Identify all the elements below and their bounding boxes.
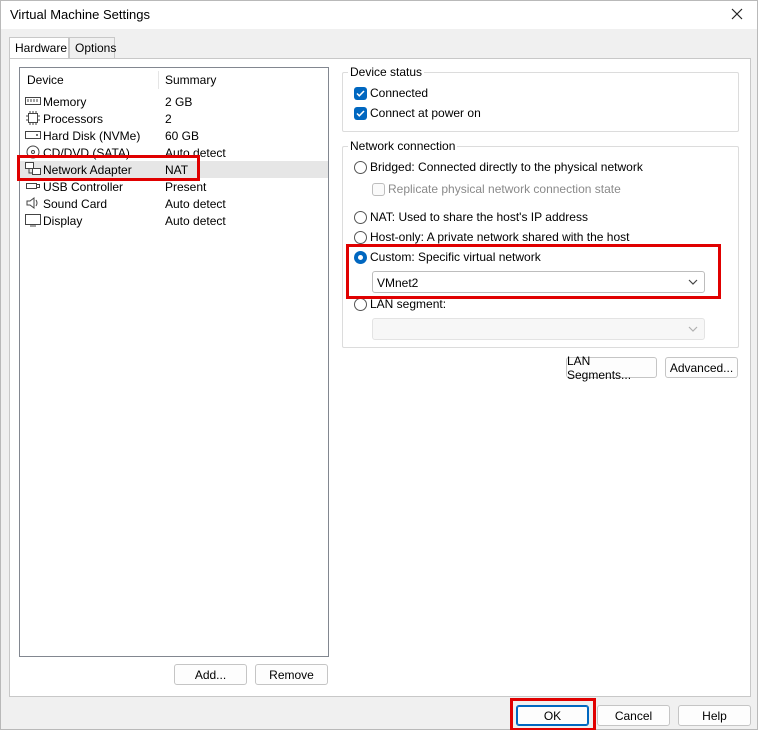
device-list-header: Device Summary <box>20 68 328 90</box>
nat-label: NAT: Used to share the host's IP address <box>370 210 588 224</box>
tab-options[interactable]: Options <box>69 37 116 59</box>
device-column-header[interactable]: Device <box>27 73 64 87</box>
memory-icon <box>25 97 41 105</box>
device-summary: Auto detect <box>165 146 226 160</box>
title-bar: Virtual Machine Settings <box>1 1 757 29</box>
lan-segment-label: LAN segment: <box>370 297 447 311</box>
cd-dvd-icon <box>26 145 40 159</box>
custom-label: Custom: Specific virtual network <box>370 250 541 264</box>
device-name: Hard Disk (NVMe) <box>43 129 141 143</box>
device-row-processors[interactable]: Processors 2 <box>20 110 328 127</box>
add-device-button[interactable]: Add... <box>174 664 247 685</box>
replicate-checkbox[interactable]: Replicate physical network connection st… <box>372 180 621 198</box>
device-status-group: Device status Connected Connect at power… <box>342 65 739 132</box>
checkbox-checked-icon <box>354 86 367 100</box>
checkbox-unchecked-icon <box>372 182 385 196</box>
host-only-label: Host-only: A private network shared with… <box>370 230 630 244</box>
checkbox-checked-icon <box>354 106 367 120</box>
radio-unchecked-icon <box>354 210 367 224</box>
nat-radio[interactable]: NAT: Used to share the host's IP address <box>354 208 588 226</box>
device-row-sound-card[interactable]: Sound Card Auto detect <box>20 195 328 212</box>
summary-column-header[interactable]: Summary <box>165 73 216 87</box>
device-name: Memory <box>43 95 87 109</box>
device-name: CD/DVD (SATA) <box>43 146 130 160</box>
window-title: Virtual Machine Settings <box>10 7 150 22</box>
connect-at-power-on-label: Connect at power on <box>370 106 481 120</box>
device-row-hard-disk[interactable]: Hard Disk (NVMe) 60 GB <box>20 127 328 144</box>
device-row-display[interactable]: Display Auto detect <box>20 212 328 229</box>
device-summary: Auto detect <box>165 214 226 228</box>
device-status-title: Device status <box>348 65 425 79</box>
chevron-down-icon <box>688 279 698 285</box>
lan-segment-select[interactable] <box>372 318 705 340</box>
device-list[interactable]: Device Summary Memory 2 GB Processors 2 … <box>19 67 329 657</box>
network-connection-group: Network connection Bridged: Connected di… <box>342 139 739 348</box>
device-summary: Auto detect <box>165 197 226 211</box>
chevron-down-icon <box>688 326 698 332</box>
sound-icon <box>26 197 38 209</box>
device-row-memory[interactable]: Memory 2 GB <box>20 93 328 110</box>
radio-unchecked-icon <box>354 160 367 174</box>
processor-icon <box>26 111 40 125</box>
bridged-radio[interactable]: Bridged: Connected directly to the physi… <box>354 158 643 176</box>
radio-unchecked-icon <box>354 230 367 244</box>
bridged-label: Bridged: Connected directly to the physi… <box>370 160 643 174</box>
help-button[interactable]: Help <box>678 705 751 726</box>
lan-segments-button[interactable]: LAN Segments... <box>566 354 657 382</box>
custom-network-select[interactable]: VMnet2 <box>372 271 705 293</box>
custom-radio[interactable]: Custom: Specific virtual network <box>354 248 541 266</box>
vm-settings-window: Virtual Machine Settings Hardware Option… <box>0 0 758 730</box>
device-row-network-adapter[interactable]: Network Adapter NAT <box>20 161 328 178</box>
lan-segment-radio[interactable]: LAN segment: <box>354 295 446 313</box>
host-only-radio[interactable]: Host-only: A private network shared with… <box>354 228 629 246</box>
device-name: Display <box>43 214 83 228</box>
device-summary: 2 <box>165 112 172 126</box>
connect-at-power-on-checkbox[interactable]: Connect at power on <box>354 104 481 122</box>
connected-checkbox[interactable]: Connected <box>354 84 428 102</box>
column-separator <box>158 71 159 89</box>
device-row-usb-controller[interactable]: USB Controller Present <box>20 178 328 195</box>
connected-label: Connected <box>370 86 429 100</box>
usb-icon <box>26 183 40 189</box>
hard-disk-icon <box>25 131 41 139</box>
radio-checked-icon <box>354 250 367 264</box>
device-summary: Present <box>165 180 207 194</box>
device-summary: 60 GB <box>165 129 200 143</box>
ok-button[interactable]: OK <box>516 705 589 726</box>
remove-device-button[interactable]: Remove <box>255 664 328 685</box>
device-row-cd-dvd[interactable]: CD/DVD (SATA) Auto detect <box>20 144 328 161</box>
network-connection-title: Network connection <box>348 139 458 153</box>
device-name: USB Controller <box>43 180 124 194</box>
display-icon <box>25 214 41 227</box>
close-icon <box>731 8 743 20</box>
replicate-label: Replicate physical network connection st… <box>388 182 621 196</box>
device-name: Sound Card <box>43 197 108 211</box>
network-adapter-icon <box>25 162 41 175</box>
tab-hardware[interactable]: Hardware <box>9 37 69 60</box>
custom-network-value: VMnet2 <box>377 276 419 290</box>
advanced-button[interactable]: Advanced... <box>665 357 738 378</box>
cancel-button[interactable]: Cancel <box>597 705 670 726</box>
device-name: Processors <box>43 112 104 126</box>
device-summary: 2 GB <box>165 95 193 109</box>
close-button[interactable] <box>717 1 757 27</box>
device-name: Network Adapter <box>43 163 132 177</box>
radio-unchecked-icon <box>354 297 367 311</box>
device-summary: NAT <box>165 163 189 177</box>
